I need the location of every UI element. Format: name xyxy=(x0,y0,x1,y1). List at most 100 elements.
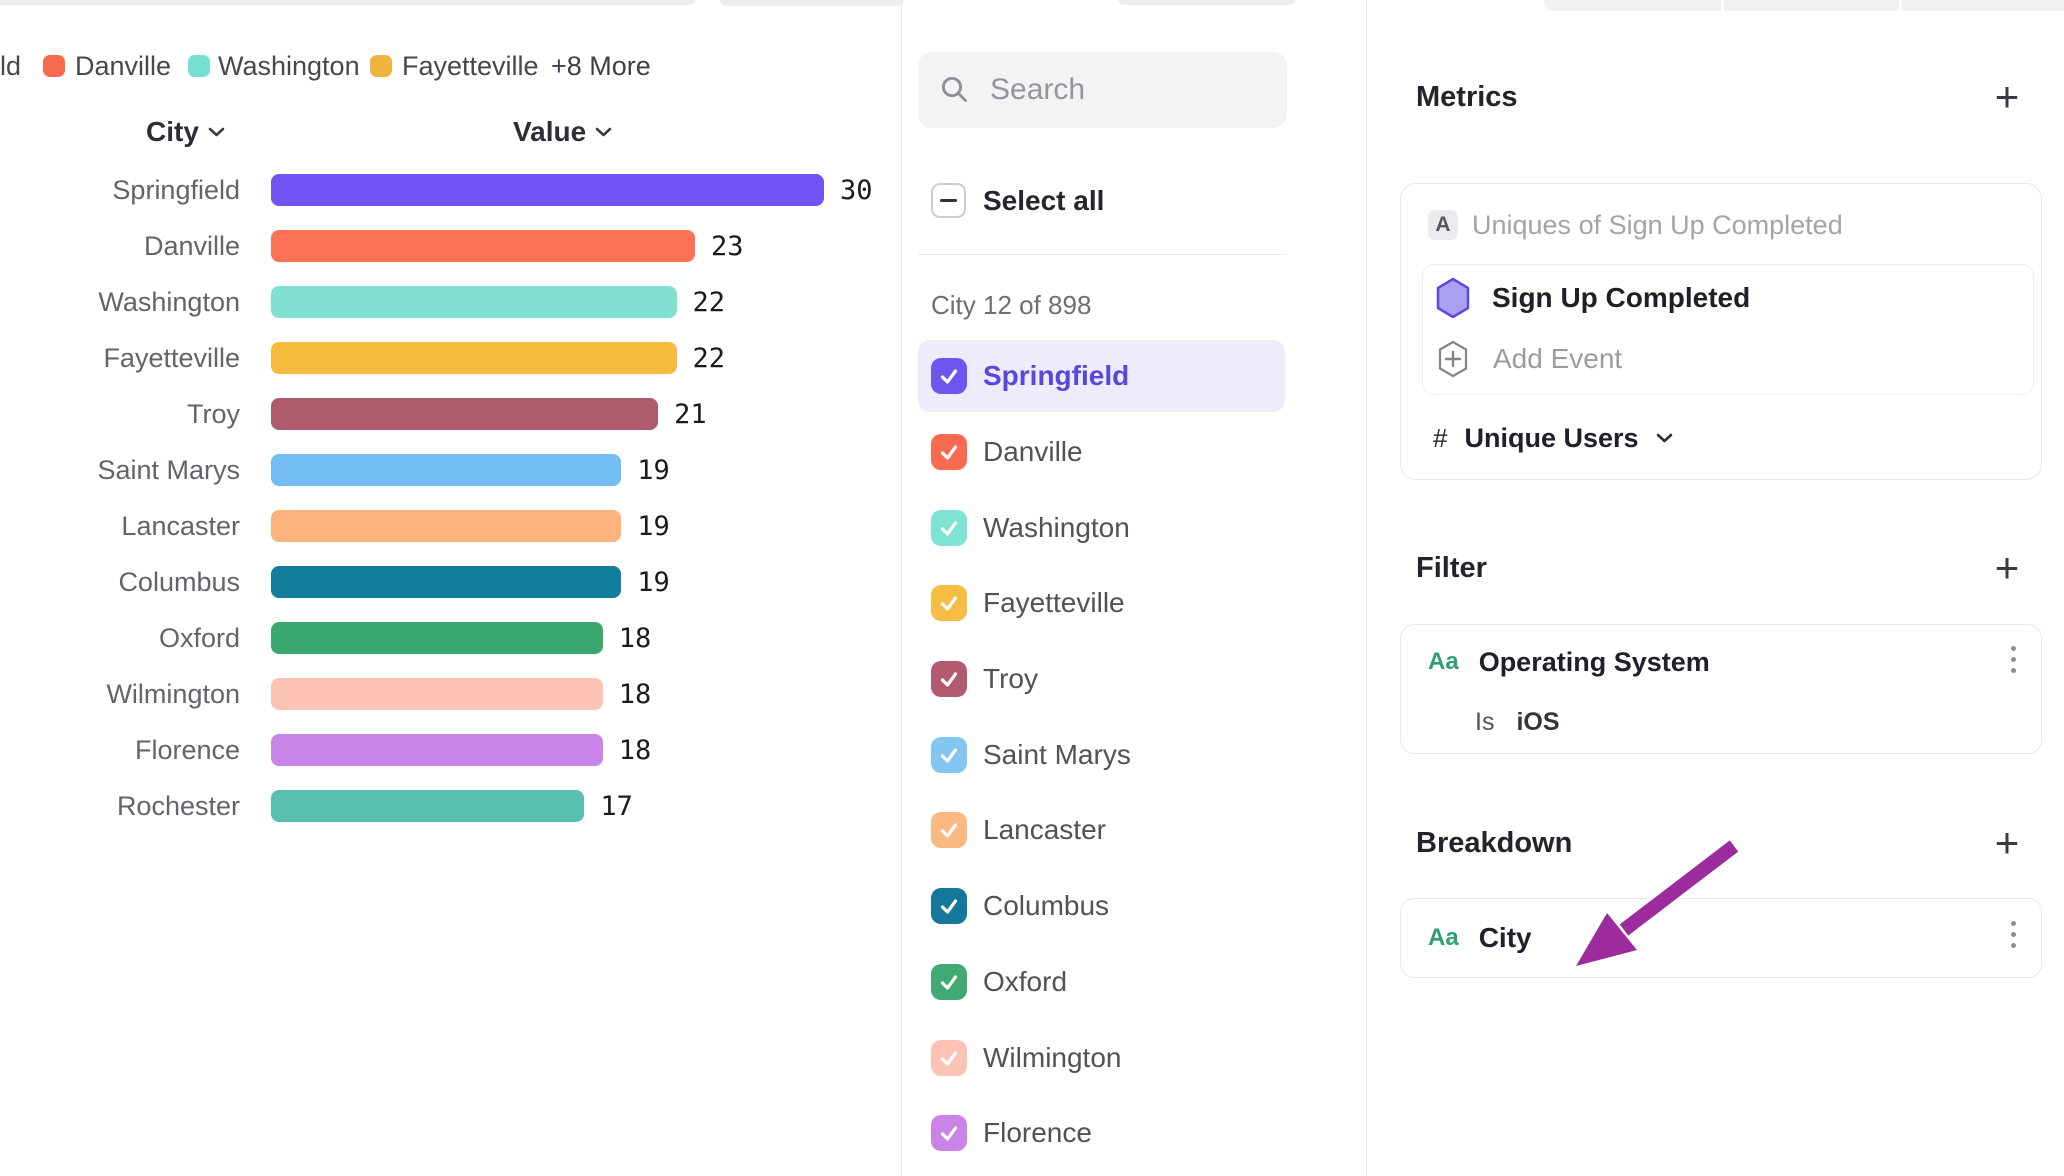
list-item-wilmington[interactable]: Wilmington xyxy=(918,1022,1285,1094)
filter-heading: Filter xyxy=(1416,551,1487,585)
bar-row: Danville 23 xyxy=(0,218,743,274)
check-icon xyxy=(938,1122,960,1144)
list-item-label: Lancaster xyxy=(983,814,1106,846)
list-item-saint-marys[interactable]: Saint Marys xyxy=(918,719,1285,791)
filter-card[interactable]: Aa Operating System Is iOS xyxy=(1400,624,2042,754)
bar xyxy=(271,510,621,542)
legend-item-clipped[interactable]: ld xyxy=(0,49,21,83)
divider xyxy=(918,254,1287,255)
metrics-heading: Metrics xyxy=(1416,80,1518,114)
list-item-danville[interactable]: Danville xyxy=(918,416,1285,488)
check-icon xyxy=(938,744,960,766)
add-breakdown-button[interactable]: + xyxy=(1986,822,2028,864)
metric-letter-badge: A xyxy=(1428,210,1458,240)
add-metric-button[interactable]: + xyxy=(1986,76,2028,118)
legend-swatch[interactable] xyxy=(188,55,210,77)
checkbox-checked[interactable] xyxy=(931,737,967,773)
bar-value: 17 xyxy=(600,791,633,822)
breakdown-kebab-menu[interactable] xyxy=(2008,921,2018,948)
legend-more-button[interactable]: +8 More xyxy=(551,49,651,83)
check-icon xyxy=(938,517,960,539)
event-row[interactable]: Sign Up Completed xyxy=(1435,276,1750,320)
select-all-control[interactable]: Select all xyxy=(931,183,1104,218)
bar-category-label: Rochester xyxy=(0,791,240,822)
search-input[interactable] xyxy=(988,72,1272,108)
bar-row: Oxford 18 xyxy=(0,610,651,666)
sort-chevron-down-icon xyxy=(595,127,612,137)
column-header-value[interactable]: Value xyxy=(513,113,612,151)
breakdown-heading: Breakdown xyxy=(1416,826,1572,860)
checkbox-checked[interactable] xyxy=(931,434,967,470)
list-item-springfield[interactable]: Springfield xyxy=(918,340,1285,412)
list-item-washington[interactable]: Washington xyxy=(918,492,1285,564)
bar-row: Fayetteville 22 xyxy=(0,330,725,386)
bar-category-label: Washington xyxy=(0,287,240,318)
bar-value: 18 xyxy=(619,679,652,710)
legend-item-label[interactable]: Danville xyxy=(75,49,171,83)
list-item-label: Wilmington xyxy=(983,1042,1121,1074)
bar-value: 18 xyxy=(619,735,652,766)
list-item-florence[interactable]: Florence xyxy=(918,1097,1285,1169)
list-item-label: Saint Marys xyxy=(983,739,1131,771)
legend-swatch[interactable] xyxy=(370,55,392,77)
list-item-lancaster[interactable]: Lancaster xyxy=(918,794,1285,866)
checkbox-checked[interactable] xyxy=(931,1115,967,1151)
bar xyxy=(271,286,677,318)
list-item-label: Washington xyxy=(983,512,1130,544)
column-header-city[interactable]: City xyxy=(146,113,225,151)
legend-item-label[interactable]: Fayetteville xyxy=(402,49,539,83)
bar-row: Springfield 30 xyxy=(0,162,873,218)
filter-property-row[interactable]: Aa Operating System xyxy=(1428,643,1710,681)
bar xyxy=(271,790,584,822)
list-item-fayetteville[interactable]: Fayetteville xyxy=(918,567,1285,639)
check-icon xyxy=(938,895,960,917)
checkbox-checked[interactable] xyxy=(931,661,967,697)
bar xyxy=(271,622,603,654)
list-item-label: Troy xyxy=(983,663,1038,695)
filter-clause-row[interactable]: Is iOS xyxy=(1475,707,1560,737)
bar-value: 30 xyxy=(840,175,873,206)
add-event-hexagon-plus-icon xyxy=(1437,340,1469,378)
checkbox-checked[interactable] xyxy=(931,585,967,621)
select-all-checkbox[interactable] xyxy=(931,183,966,218)
checkbox-checked[interactable] xyxy=(931,510,967,546)
measure-selector[interactable]: # Unique Users xyxy=(1433,418,1673,458)
list-item-label: Danville xyxy=(983,436,1083,468)
legend-item-label[interactable]: Washington xyxy=(218,49,360,83)
filter-operator-label: Is xyxy=(1475,708,1494,737)
metric-card[interactable]: A Uniques of Sign Up Completed Sign Up C… xyxy=(1400,183,2042,480)
list-item-troy[interactable]: Troy xyxy=(918,643,1285,715)
filter-property-label: Operating System xyxy=(1479,647,1710,678)
list-item-oxford[interactable]: Oxford xyxy=(918,946,1285,1018)
bar-category-label: Columbus xyxy=(0,567,240,598)
breakdown-property-label: City xyxy=(1479,922,1532,954)
column-header-city-label: City xyxy=(146,116,199,148)
bar-value: 22 xyxy=(693,343,726,374)
list-item-label: Florence xyxy=(983,1117,1092,1149)
legend-swatch[interactable] xyxy=(43,55,65,77)
number-icon: # xyxy=(1433,423,1447,454)
filter-kebab-menu[interactable] xyxy=(2008,646,2018,673)
result-count-label: City 12 of 898 xyxy=(931,288,1091,322)
tab-divider xyxy=(1899,0,1902,11)
checkbox-checked[interactable] xyxy=(931,1040,967,1076)
bar-row: Washington 22 xyxy=(0,274,725,330)
checkbox-checked[interactable] xyxy=(931,888,967,924)
bar xyxy=(271,734,603,766)
checkbox-checked[interactable] xyxy=(931,358,967,394)
bar-row: Florence 18 xyxy=(0,722,651,778)
bar-category-label: Saint Marys xyxy=(0,455,240,486)
bar xyxy=(271,174,824,206)
list-item-columbus[interactable]: Columbus xyxy=(918,870,1285,942)
checkbox-checked[interactable] xyxy=(931,812,967,848)
event-hexagon-icon xyxy=(1435,277,1471,319)
checkbox-checked[interactable] xyxy=(931,964,967,1000)
add-event-button[interactable]: Add Event xyxy=(1437,338,1622,380)
bar-row: Troy 21 xyxy=(0,386,707,442)
breakdown-card[interactable]: Aa City xyxy=(1400,898,2042,978)
bar-value: 18 xyxy=(619,623,652,654)
breakdown-property-row[interactable]: Aa City xyxy=(1428,919,1532,957)
add-filter-button[interactable]: + xyxy=(1986,547,2028,589)
top-tab-remnant xyxy=(0,0,695,5)
check-icon xyxy=(938,592,960,614)
